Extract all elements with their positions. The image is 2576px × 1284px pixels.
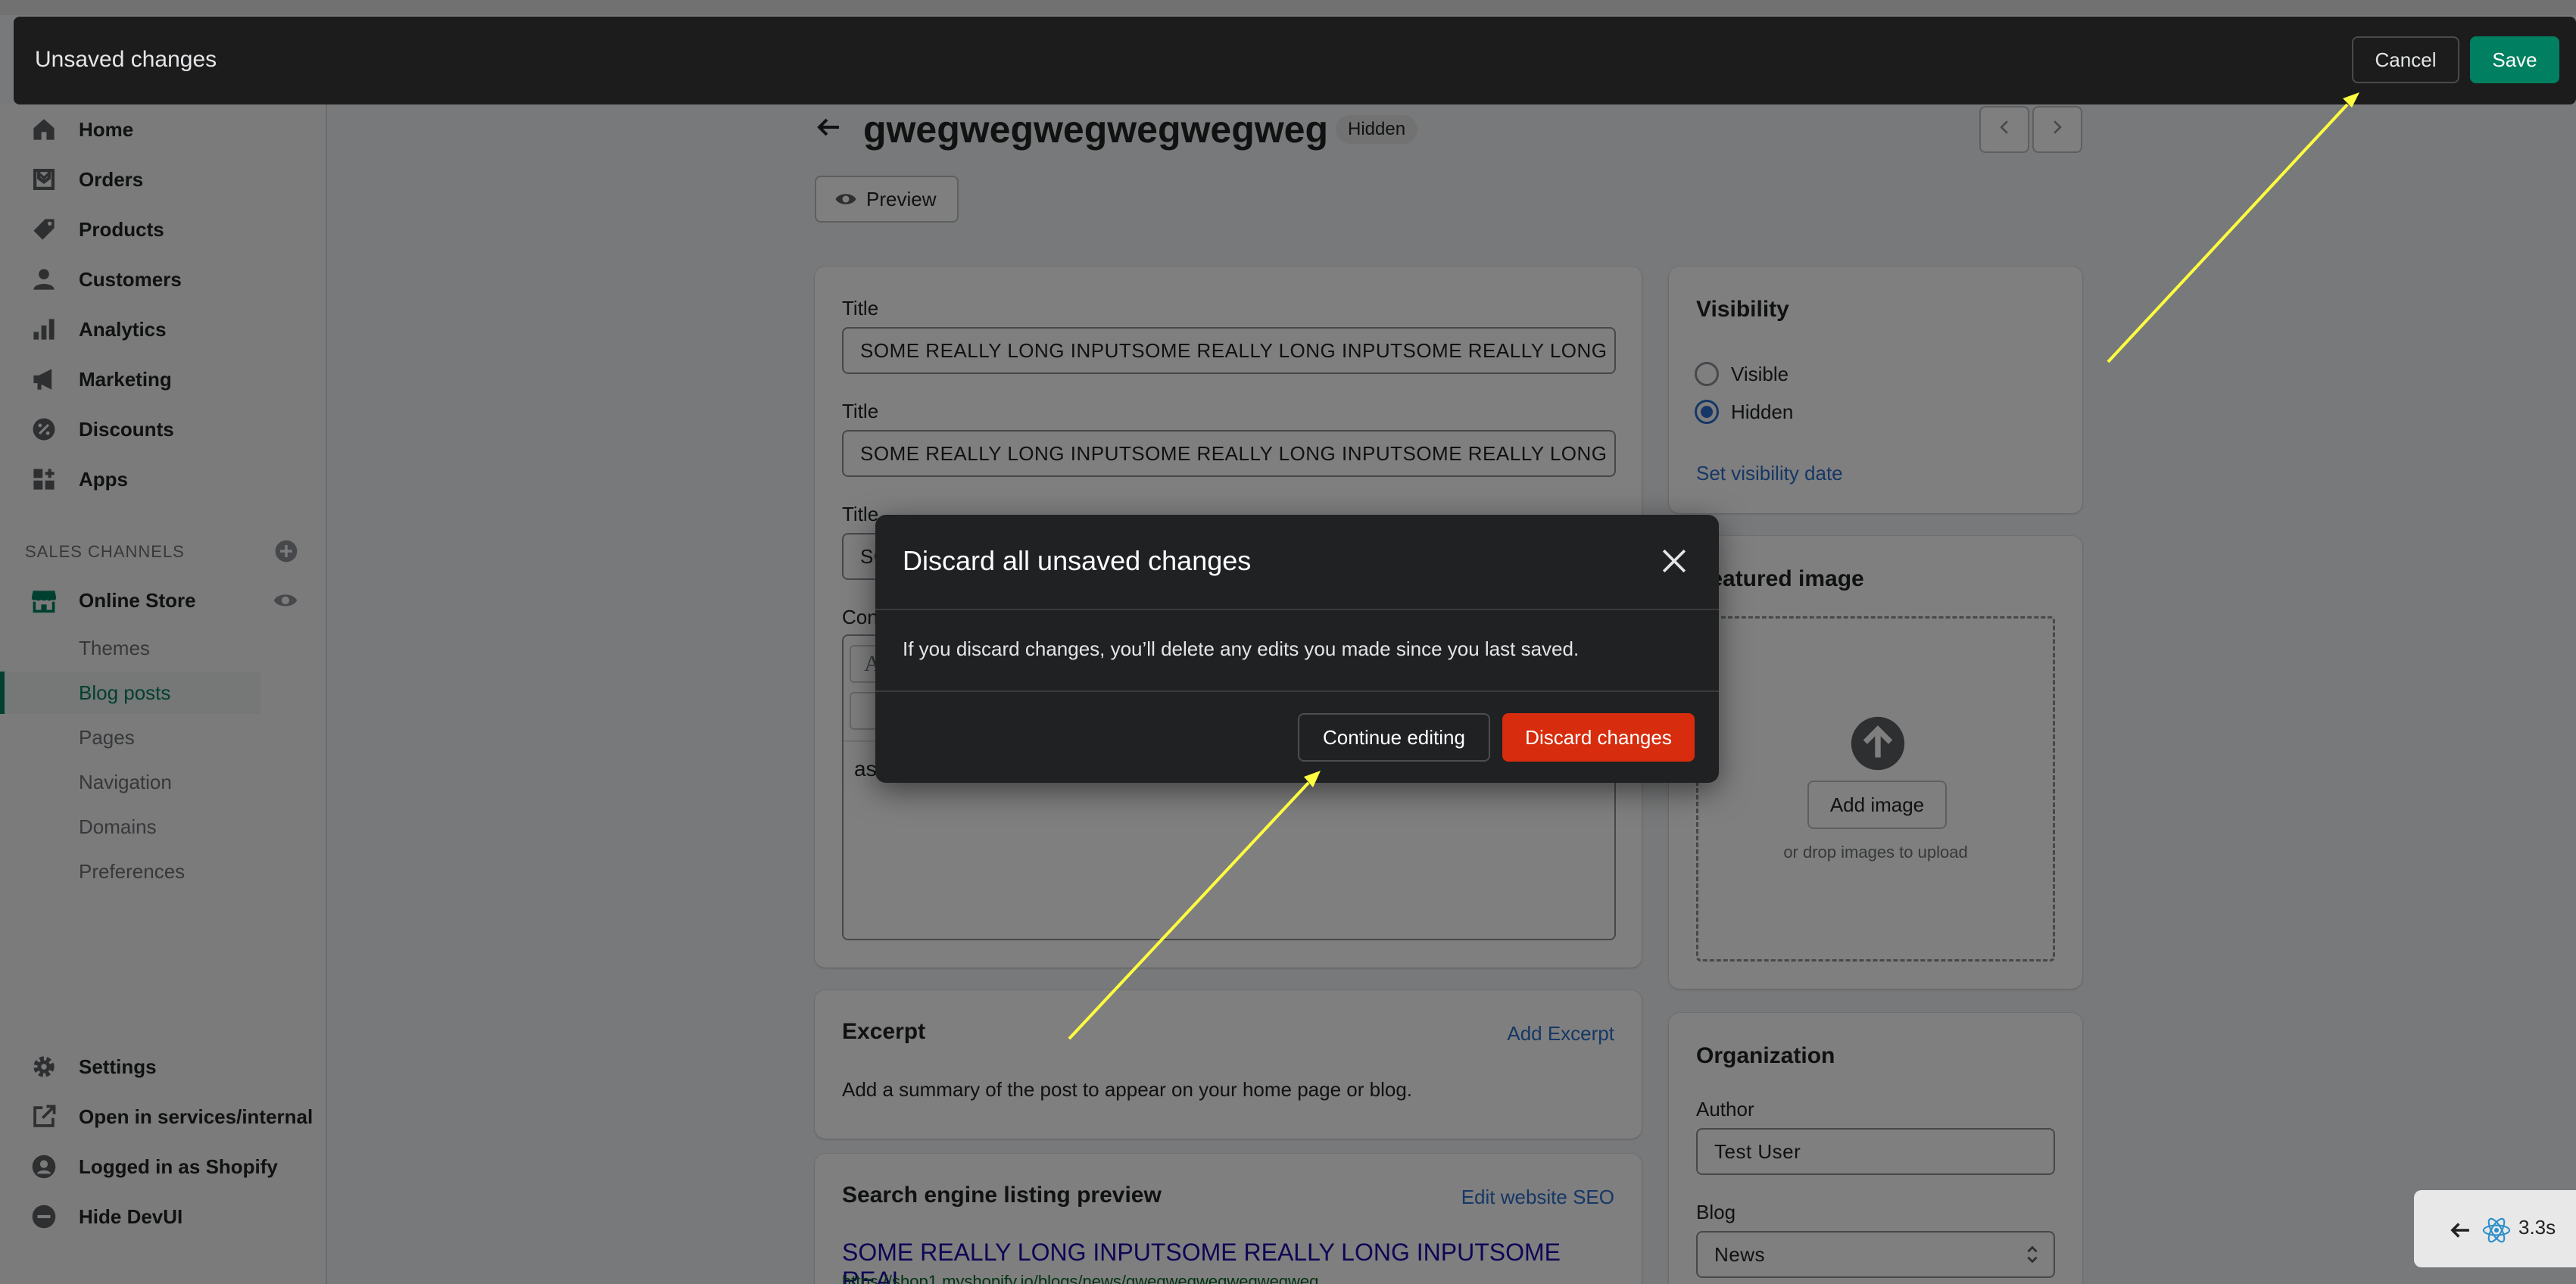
react-icon <box>2482 1216 2511 1245</box>
modal-title: Discard all unsaved changes <box>903 545 1252 576</box>
save-button[interactable]: Save <box>2470 36 2559 83</box>
contextual-save-bar: Unsaved changes Cancel Save <box>14 17 2576 104</box>
modal-divider <box>875 690 1719 692</box>
cancel-button[interactable]: Cancel <box>2352 36 2459 83</box>
timing-value: 3.3s <box>2518 1216 2556 1239</box>
discard-changes-modal: Discard all unsaved changes If you disca… <box>875 515 1719 783</box>
arrow-left-icon[interactable] <box>2447 1217 2473 1243</box>
continue-editing-button[interactable]: Continue editing <box>1298 713 1490 762</box>
modal-body-text: If you discard changes, you’ll delete an… <box>903 637 1580 660</box>
close-icon[interactable] <box>1657 544 1692 578</box>
dev-timing-widget[interactable]: 3.3s <box>2414 1190 2576 1267</box>
unsaved-changes-message: Unsaved changes <box>35 47 217 72</box>
discard-changes-button[interactable]: Discard changes <box>1502 713 1695 762</box>
modal-divider <box>875 609 1719 610</box>
